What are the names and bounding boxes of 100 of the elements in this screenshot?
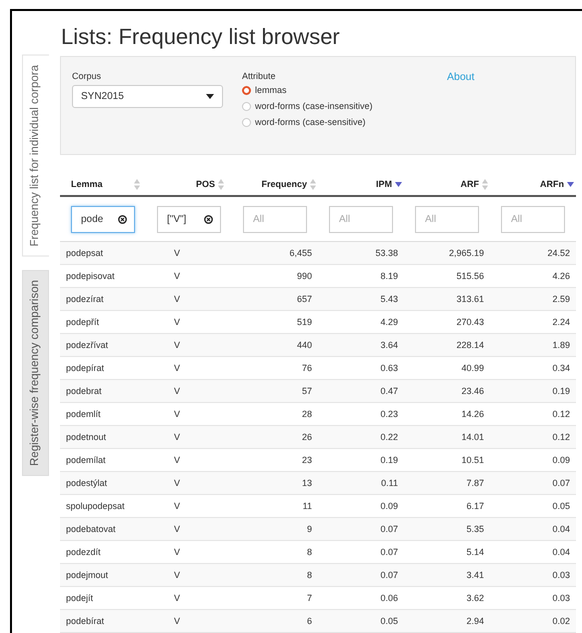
table-cell-text: 0.22 (379, 432, 399, 442)
table-cell-text: V (172, 501, 181, 511)
table-cell-text: 9 (306, 524, 313, 534)
radio-button[interactable] (242, 118, 251, 126)
table-cell-text: V (172, 340, 181, 350)
table-cell-text: 990 (296, 271, 313, 281)
table-cell-text: V (172, 547, 181, 557)
table-cell-text: podebatovat (65, 524, 117, 534)
table-cell-text: 8 (306, 547, 313, 557)
table-cell-text: podebírat (65, 616, 106, 626)
radio-option[interactable]: word-forms (case-insensitive) (242, 101, 447, 111)
table-cell-text: 0.04 (551, 547, 571, 557)
table-cell-text: spolupodepsat (65, 501, 126, 511)
table-cell-text: V (172, 363, 181, 373)
table-cell-text: podezřívat (65, 340, 110, 350)
table-cell-text: 4.26 (551, 271, 571, 281)
table-cell-text: podezírat (65, 294, 105, 304)
table-cell-text: 7.87 (465, 478, 485, 488)
table-cell-text: 0.12 (551, 432, 571, 442)
table-cell-text: 0.07 (551, 478, 571, 488)
table-cell-text: V (172, 317, 181, 327)
table-cell-text: podemlít (65, 409, 102, 419)
table-cell-text: 0.09 (551, 455, 571, 465)
table-cell-text: 5.14 (465, 547, 485, 557)
table-cell-text: 0.12 (551, 409, 571, 419)
table-cell-text: 2.94 (465, 616, 485, 626)
table-cell-text: podebrat (65, 386, 103, 396)
side-tab[interactable]: Register-wise frequency comparison (22, 270, 49, 476)
table-cell-text: 0.04 (551, 524, 571, 534)
radio-option[interactable]: lemmas (242, 85, 447, 95)
table-cell-text: 14.01 (460, 432, 485, 442)
table-cell-text: 0.23 (379, 409, 399, 419)
table-cell-text: 0.03 (551, 593, 571, 603)
table-cell-text: 519 (296, 317, 313, 327)
table-cell-text: podepisovat (65, 271, 116, 281)
table-cell-text: 26 (300, 432, 313, 442)
filter-field[interactable]: pode (71, 206, 135, 232)
column-header[interactable]: IPM (318, 179, 404, 189)
filter-field[interactable]: ["V"] (157, 206, 221, 232)
radio-button[interactable] (242, 102, 251, 110)
table-cell-text: 28 (300, 409, 313, 419)
page-title: Lists: Frequency list browser (61, 24, 340, 50)
table-cell-text: V (172, 593, 181, 603)
table-cell-text: 57 (300, 386, 313, 396)
table-cell-text: 76 (300, 363, 313, 373)
table-cell-text: 6 (306, 616, 313, 626)
table-cell-text: 2.59 (551, 294, 571, 304)
table-cell-text: 1.89 (551, 340, 571, 350)
table-cell-text: 0.07 (379, 524, 399, 534)
column-header[interactable]: Lemma (60, 178, 146, 190)
table-cell-text: 270.43 (455, 317, 485, 327)
table-cell-text: V (172, 570, 181, 580)
field-label: Attribute (242, 71, 276, 81)
column-header[interactable]: Frequency (232, 178, 318, 190)
table-cell-text: 3.64 (379, 340, 399, 350)
table-cell-text: 0.47 (379, 386, 399, 396)
table-cell-text: 0.19 (551, 386, 571, 396)
table-cell-text: V (172, 616, 181, 626)
table-cell-text: 14.26 (460, 409, 485, 419)
table-cell-text: 0.07 (379, 547, 399, 557)
table-cell-text: 10.51 (460, 455, 485, 465)
column-header[interactable]: ARFn (490, 179, 576, 189)
table-cell-text: podepsat (65, 248, 104, 258)
table-cell-text: 228.14 (455, 340, 485, 350)
column-header[interactable]: ARF (404, 178, 490, 190)
radio-button[interactable] (242, 86, 251, 94)
table-cell-text: 2.24 (551, 317, 571, 327)
clear-icon[interactable] (118, 214, 127, 224)
table-cell-text: 0.63 (379, 363, 399, 373)
table-cell-text: V (172, 524, 181, 534)
table-cell-text: 6,455 (288, 248, 313, 258)
table-cell-text: 0.11 (380, 478, 399, 488)
corpus-dropdown[interactable]: SYN2015 (72, 85, 223, 108)
table-cell-text: podejít (65, 593, 94, 603)
table-cell-text: 0.05 (551, 501, 571, 511)
table-cell-text: 0.02 (551, 616, 571, 626)
table-cell-text: 657 (296, 294, 313, 304)
table-cell-text: V (172, 248, 181, 258)
caret-icon (206, 94, 214, 99)
table-cell-text: 0.07 (379, 570, 399, 580)
table-cell-text: 3.41 (465, 570, 485, 580)
table-cell-text: 7 (306, 593, 313, 603)
table-cell-text: V (172, 409, 181, 419)
table-cell-text: V (172, 478, 181, 488)
column-header[interactable]: POS (146, 178, 232, 190)
table-cell-text: V (172, 386, 181, 396)
side-tab[interactable]: Frequency list for individual corpora (22, 55, 49, 257)
table-cell-text: V (172, 294, 181, 304)
table-cell-text: podejmout (65, 570, 110, 580)
radio-option[interactable]: word-forms (case-sensitive) (242, 117, 447, 127)
table-cell-text: 313.61 (455, 294, 485, 304)
table-cell-text: 0.05 (379, 616, 399, 626)
table-cell-text: 8 (306, 570, 313, 580)
table-cell-text: 515.56 (455, 271, 485, 281)
table-cell-text: 0.09 (379, 501, 399, 511)
table-cell-text: 440 (296, 340, 313, 350)
clear-icon[interactable] (204, 214, 213, 224)
table-cell-text: 0.34 (551, 363, 571, 373)
table-cell-text: 0.19 (379, 455, 399, 465)
table-cell-text: podezdít (65, 547, 102, 557)
